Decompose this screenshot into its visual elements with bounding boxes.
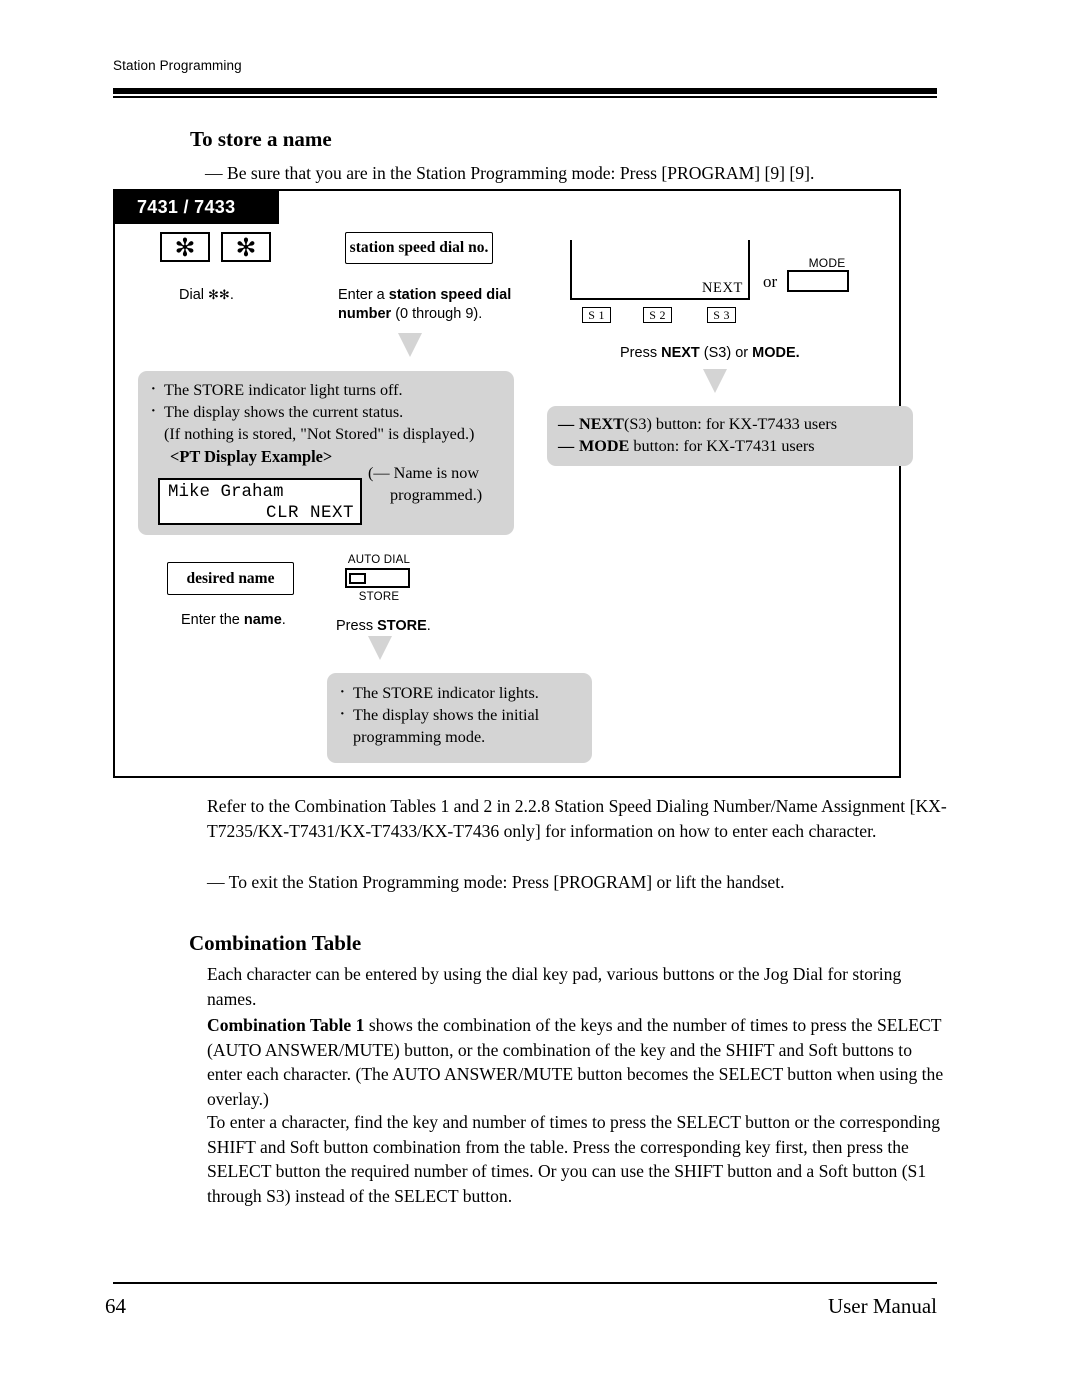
callout-tail-step2 — [398, 333, 422, 357]
combination-table-1-bold: Combination Table 1 — [207, 1015, 365, 1035]
step5-caption-pre: Press — [336, 618, 378, 634]
header-rule — [113, 88, 937, 98]
step3-caption-bold1: NEXT — [661, 345, 700, 361]
asterisk-icon: ✻ — [174, 232, 196, 262]
step1-caption-prefix: Dial — [179, 287, 209, 303]
soft-button-s2[interactable]: S 2 — [643, 307, 672, 323]
step3-caption-bold2: MODE. — [752, 345, 800, 361]
exit-paragraph: — To exit the Station Programming mode: … — [207, 872, 785, 892]
pt-display-annotation: (— Name is now programmed.) — [368, 462, 513, 506]
pt-display-screen: Mike Graham CLR NEXT — [158, 478, 362, 525]
callout-bullet: The STORE indicator light turns off. — [148, 378, 502, 401]
pt-display-line-2: CLR NEXT — [265, 503, 354, 523]
indicator-led-icon — [349, 572, 366, 584]
step5-caption-post: . — [426, 618, 431, 634]
callout-mode-bold: MODE — [579, 437, 630, 455]
step5-caption-bold: STORE — [377, 618, 427, 634]
footer-rule — [113, 1282, 937, 1284]
asterisk-icon: ✻ — [235, 232, 257, 262]
callout-bullet: The display shows the initial — [337, 703, 582, 726]
section-heading-to-store-a-name: To store a name — [190, 127, 332, 151]
each-character-paragraph: Each character can be entered by using t… — [207, 964, 902, 1009]
callout-mode-rest: button: for KX-T7431 users — [629, 437, 815, 455]
step3-caption-pre: Press — [620, 345, 662, 361]
step4-caption: Enter the name. — [181, 611, 286, 630]
callout-dash-row: NEXT(S3) button: for KX-T7433 users — [558, 413, 903, 435]
intro-instruction: — Be sure that you are in the Station Pr… — [205, 163, 815, 183]
callout-bullet: The STORE indicator lights. — [337, 681, 582, 704]
mode-button-label: MODE — [808, 256, 846, 270]
pt-display-bracket: NEXT — [570, 240, 750, 300]
asterisk-icon: ✻ — [208, 288, 219, 303]
running-head: Station Programming — [113, 58, 242, 73]
step5-caption: Press STORE. — [336, 617, 431, 636]
callout-next-bold: NEXT — [579, 415, 624, 433]
section-heading-combination-table: Combination Table — [189, 931, 362, 955]
step4-caption-bold: name — [243, 612, 282, 628]
callout-subline: programming mode. — [353, 728, 486, 746]
model-tab-label: 7431 / 7433 — [115, 191, 279, 224]
callout-tail-step5 — [368, 636, 392, 660]
callout-dash-row: MODE button: for KX-T7431 users — [558, 435, 903, 457]
step2-caption-post: (0 through 9). — [391, 306, 483, 322]
soft-button-s3[interactable]: S 3 — [707, 307, 736, 323]
step2-caption: Enter a station speed dial number (0 thr… — [338, 286, 548, 324]
pt-note-line-1: (— Name is now — [368, 464, 480, 482]
page-number: 64 — [105, 1294, 126, 1318]
step3-caption: Press NEXT (S3) or MODE. — [620, 344, 800, 363]
desired-name-field[interactable]: desired name — [167, 562, 294, 595]
soft-button-s1[interactable]: S 1 — [582, 307, 611, 323]
step2-caption-pre: Enter a — [338, 287, 389, 303]
header-rule-thin — [113, 96, 937, 98]
step3-caption-mid: (S3) or — [699, 345, 753, 361]
step1-caption-suffix: . — [229, 287, 234, 303]
auto-dial-label: AUTO DIAL — [347, 554, 411, 566]
mode-button[interactable] — [787, 270, 849, 292]
callout-bullet: The display shows the current status. — [148, 400, 502, 423]
bracket-next-label: NEXT — [701, 280, 743, 296]
callout-store-indicator-on: The STORE indicator lights. The display … — [327, 673, 592, 763]
enter-character-paragraph: To enter a character, find the key and n… — [207, 1112, 941, 1206]
asterisk-icon: ✻ — [218, 288, 230, 303]
callout-subline: (If nothing is stored, "Not Stored" is d… — [164, 425, 475, 443]
refer-paragraph: Refer to the Combination Tables 1 and 2 … — [207, 796, 947, 841]
footer-document-title: User Manual — [827, 1294, 937, 1318]
dial-key-star-2[interactable]: ✻ — [221, 232, 271, 262]
step4-caption-pre: Enter the — [181, 612, 244, 628]
callout-next-rest: (S3) button: for KX-T7433 users — [623, 415, 838, 433]
store-label: STORE — [358, 591, 400, 603]
station-speed-dial-no-field[interactable]: station speed dial no. — [345, 232, 493, 264]
auto-dial-store-button[interactable] — [345, 568, 410, 588]
dial-key-star-1[interactable]: ✻ — [160, 232, 210, 262]
callout-tail-step3 — [703, 369, 727, 393]
pt-note-line-2: programmed.) — [390, 486, 483, 504]
callout-next-mode-users: NEXT(S3) button: for KX-T7433 users MODE… — [547, 406, 913, 466]
combination-table-1-paragraph: Combination Table 1 shows the combinatio… — [207, 1013, 947, 1111]
step1-caption: Dial ✻✻. — [179, 286, 234, 305]
or-connector-label: or — [763, 272, 778, 291]
pt-display-line-1: Mike Graham — [168, 482, 284, 502]
step4-caption-post: . — [281, 612, 286, 628]
